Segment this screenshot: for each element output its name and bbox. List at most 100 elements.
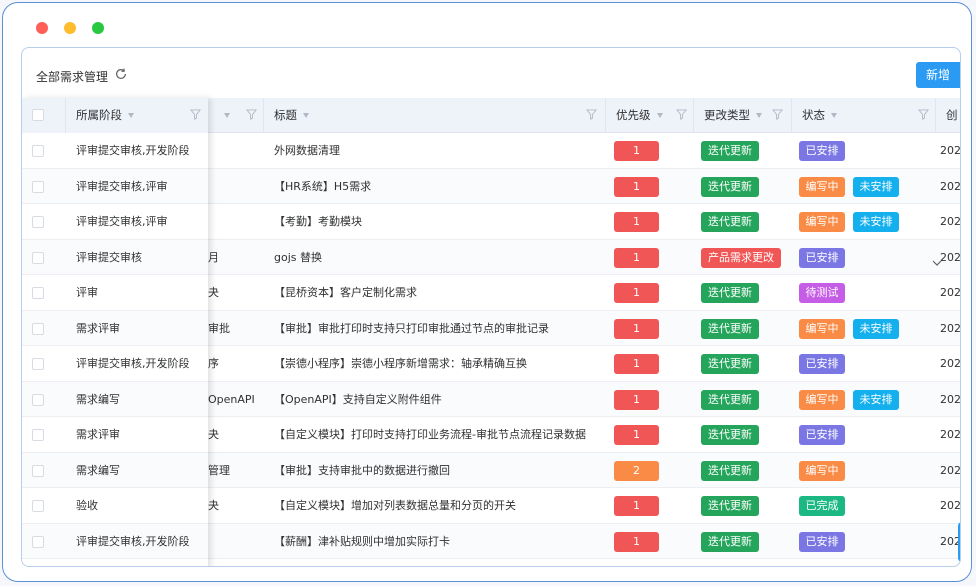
stage-cell: 评审提交审核 xyxy=(76,250,142,264)
row-checkbox[interactable] xyxy=(32,145,44,157)
row-checkbox[interactable] xyxy=(32,393,44,406)
filter-icon[interactable] xyxy=(772,109,783,120)
stage-cell: 验收 xyxy=(76,499,98,512)
title-cell[interactable]: 【审批】审批打印时支持只打印审批通过节点的审批记录 xyxy=(274,311,604,346)
column-header-change-type[interactable]: 更改类型 xyxy=(694,98,792,133)
column-header-title[interactable]: 标题 xyxy=(264,98,606,133)
close-window-button[interactable] xyxy=(36,22,48,34)
fixed-row[interactable]: 评审提交审核,开发阶段 xyxy=(22,133,208,169)
priority-tag: 1 xyxy=(614,176,659,197)
sort-icon[interactable] xyxy=(224,113,230,118)
row-checkbox[interactable] xyxy=(32,429,44,441)
row-checkbox[interactable] xyxy=(32,322,44,335)
sort-icon[interactable] xyxy=(656,113,663,118)
filter-icon[interactable] xyxy=(918,109,929,120)
change-type-tag: 迭代更新 xyxy=(701,496,759,516)
title-cell[interactable]: gojs 替换 xyxy=(274,240,604,275)
module-cell: 序 xyxy=(208,357,219,370)
status-tag: 编写中 xyxy=(799,460,845,481)
change-type-tag: 迭代更新 xyxy=(701,212,759,232)
created-cell: 202 xyxy=(940,392,961,406)
stage-cell: 需求编写 xyxy=(76,463,120,477)
minimize-window-button[interactable] xyxy=(64,22,76,34)
row-checkbox[interactable] xyxy=(32,251,44,264)
status-tag: 未安排 xyxy=(853,212,899,232)
fixed-row[interactable]: 评审提交审核,开发阶段 xyxy=(22,523,208,559)
maximize-window-button[interactable] xyxy=(92,22,104,34)
title-cell[interactable]: 【HR系统】H5需求 xyxy=(274,169,604,204)
side-float-button[interactable] xyxy=(958,522,960,562)
module-cell: 管理 xyxy=(208,463,230,477)
priority-tag: 1 xyxy=(614,247,659,268)
stage-cell: 评审提交审核,开发阶段 xyxy=(76,534,190,548)
created-cell: 202 xyxy=(940,215,961,228)
filter-icon[interactable] xyxy=(246,109,257,120)
priority-tag: 1 xyxy=(614,354,659,374)
fixed-row[interactable]: 评审提交审核 xyxy=(22,239,208,275)
priority-tag: 1 xyxy=(614,283,659,303)
title-cell[interactable]: 外网数据清理 xyxy=(274,133,604,168)
priority-tag: 1 xyxy=(614,212,659,232)
new-button[interactable]: 新增 xyxy=(916,62,960,88)
title-cell[interactable]: 【自定义模块】打印时支持打印业务流程-审批节点流程记录数据 xyxy=(274,417,604,452)
module-cell xyxy=(208,169,264,204)
row-checkbox[interactable] xyxy=(32,535,44,548)
window-controls xyxy=(36,22,104,34)
change-type-tag: 产品需求更改 xyxy=(701,247,781,268)
column-header-priority[interactable]: 优先级 xyxy=(606,98,694,133)
fixed-row[interactable]: 需求评审 xyxy=(22,310,208,346)
change-type-tag: 迭代更新 xyxy=(701,141,759,161)
title-cell[interactable]: 【昆桥资本】客户定制化需求 xyxy=(274,275,604,310)
filter-icon[interactable] xyxy=(586,109,597,120)
column-header-status[interactable]: 状态 xyxy=(792,98,936,133)
column-header-stage[interactable]: 所属阶段 xyxy=(66,98,208,133)
fixed-row[interactable]: 需求编写 xyxy=(22,452,208,488)
created-cell: 202 xyxy=(940,286,961,299)
change-type-tag: 迭代更新 xyxy=(701,460,759,481)
sort-icon[interactable] xyxy=(831,113,837,118)
screenshot-frame: 全部需求管理 新增 标题 优先级 更改类型 状态 创 外网数据清理 1 迭代更新… xyxy=(2,2,972,582)
row-checkbox[interactable] xyxy=(32,500,44,512)
sort-icon[interactable] xyxy=(756,113,762,118)
row-checkbox[interactable] xyxy=(32,464,44,477)
change-type-tag: 迭代更新 xyxy=(701,176,759,197)
fixed-row[interactable]: 评审提交审核,评审 xyxy=(22,168,208,204)
module-cell: 审批 xyxy=(208,321,230,335)
row-checkbox[interactable] xyxy=(32,358,44,370)
title-cell[interactable]: 【考勤】考勤模块 xyxy=(274,204,604,239)
status-tag: 已安排 xyxy=(799,425,845,445)
title-cell[interactable]: 【薪酬】津补贴规则中增加实际打卡 xyxy=(274,524,604,559)
row-checkbox[interactable] xyxy=(32,216,44,228)
module-cell: 夬 xyxy=(208,286,219,299)
title-cell[interactable]: 【崇德小程序】崇德小程序新增需求：轴承精确互换 xyxy=(274,346,604,381)
column-header-created[interactable]: 创 xyxy=(936,98,960,133)
change-type-tag: 迭代更新 xyxy=(701,389,759,410)
filter-icon[interactable] xyxy=(190,109,201,120)
created-cell: 202 xyxy=(940,144,961,157)
title-cell[interactable]: 【审批】支持审批中的数据进行撤回 xyxy=(274,453,604,488)
module-cell: 月 xyxy=(208,250,219,264)
toolbar: 全部需求管理 新增 xyxy=(22,48,960,98)
title-cell[interactable]: 【自定义模块】增加对列表数据总量和分页的开关 xyxy=(274,488,604,523)
status-tag: 已安排 xyxy=(799,354,845,374)
filter-icon[interactable] xyxy=(676,109,687,120)
select-all-checkbox[interactable] xyxy=(32,109,44,121)
column-header-module[interactable] xyxy=(208,98,264,133)
created-cell: 202 xyxy=(940,250,961,264)
chevron-down-icon[interactable] xyxy=(932,258,942,268)
row-checkbox[interactable] xyxy=(32,287,44,299)
status-tag: 未安排 xyxy=(853,176,899,197)
fixed-row[interactable]: 需求编写 xyxy=(22,381,208,417)
fixed-row[interactable]: 评审提交审核,评审 xyxy=(22,204,208,240)
title-cell[interactable]: 【OpenAPI】支持自定义附件组件 xyxy=(274,382,604,417)
fixed-row[interactable]: 评审 xyxy=(22,275,208,311)
sort-icon[interactable] xyxy=(303,113,309,118)
fixed-row[interactable]: 验收 xyxy=(22,488,208,524)
row-checkbox[interactable] xyxy=(32,180,44,193)
fixed-row[interactable]: 评审提交审核,开发阶段 xyxy=(22,346,208,382)
status-tag: 已安排 xyxy=(799,531,845,552)
fixed-row[interactable]: 需求评审 xyxy=(22,417,208,453)
select-all-cell xyxy=(22,98,66,133)
refresh-icon[interactable] xyxy=(114,67,128,81)
sort-icon[interactable] xyxy=(128,113,134,118)
